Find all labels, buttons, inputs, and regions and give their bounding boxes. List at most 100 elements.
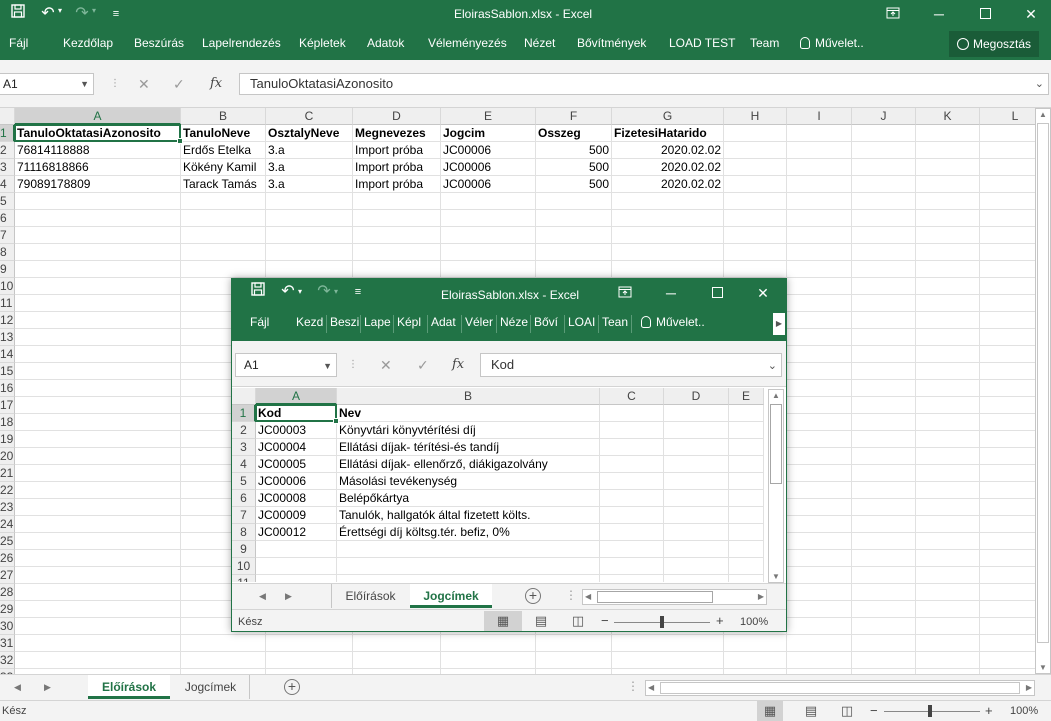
data-cell[interactable]: Import próba [353, 142, 441, 159]
cell[interactable] [664, 575, 729, 582]
sheet-tab-eloirasok[interactable]: Előírások [88, 675, 170, 699]
column-header[interactable]: B [181, 108, 266, 125]
row-header[interactable]: 7 [232, 507, 256, 524]
close-icon[interactable]: ✕ [1008, 0, 1051, 28]
row-header[interactable]: 8 [0, 244, 15, 261]
scroll-down-icon[interactable]: ▼ [1039, 663, 1047, 672]
child-sheet-tab-jogcimek[interactable]: Jogcímek [410, 584, 492, 608]
cell[interactable] [916, 278, 980, 295]
cell[interactable] [916, 567, 980, 584]
cell[interactable] [787, 193, 852, 210]
column-header[interactable]: D [664, 388, 729, 405]
child-tab-split-icon[interactable]: ⋮ [565, 588, 577, 602]
child-tab-page-layout[interactable]: Lape [364, 307, 391, 339]
cell[interactable] [15, 193, 181, 210]
row-header[interactable]: 27 [0, 567, 15, 584]
row-header[interactable]: 1 [232, 405, 256, 422]
cell[interactable] [181, 635, 266, 652]
cell[interactable] [916, 312, 980, 329]
row-header[interactable]: 23 [0, 499, 15, 516]
child-ribbon-display-options-icon[interactable] [602, 279, 648, 307]
data-cell[interactable]: JC00006 [441, 142, 536, 159]
zoom-level[interactable]: 100% [1010, 705, 1038, 717]
cell[interactable] [852, 516, 916, 533]
cell[interactable] [15, 380, 181, 397]
child-page-layout-view-icon[interactable]: ▤ [528, 611, 554, 631]
cell[interactable] [852, 465, 916, 482]
data-cell[interactable]: JC00012 [256, 524, 337, 541]
cell[interactable] [852, 227, 916, 244]
row-header[interactable]: 4 [232, 456, 256, 473]
column-header[interactable]: G [612, 108, 724, 125]
data-cell[interactable]: 2020.02.02 [612, 176, 724, 193]
cell[interactable] [15, 448, 181, 465]
cell[interactable] [852, 550, 916, 567]
child-scroll-right-icon[interactable]: ▶ [758, 592, 764, 601]
cell[interactable] [724, 210, 787, 227]
row-header[interactable]: 5 [232, 473, 256, 490]
child-horizontal-scrollbar[interactable]: ◀ ▶ [582, 589, 767, 605]
cell[interactable] [787, 261, 852, 278]
cell[interactable] [724, 244, 787, 261]
data-cell[interactable]: JC00008 [256, 490, 337, 507]
data-cell[interactable]: Import próba [353, 176, 441, 193]
header-cell[interactable]: Nev [337, 405, 600, 422]
column-header[interactable]: K [916, 108, 980, 125]
cell[interactable] [852, 295, 916, 312]
cell[interactable] [916, 227, 980, 244]
tab-view[interactable]: Nézet [524, 28, 555, 60]
child-undo-icon[interactable]: ↶ [278, 282, 298, 302]
cell[interactable] [916, 584, 980, 601]
cell[interactable] [852, 652, 916, 669]
cell[interactable] [916, 210, 980, 227]
cell[interactable] [441, 635, 536, 652]
cell[interactable] [15, 652, 181, 669]
cell[interactable] [787, 227, 852, 244]
row-header[interactable]: 24 [0, 516, 15, 533]
cell[interactable] [664, 405, 729, 422]
cell[interactable] [266, 635, 353, 652]
vertical-scrollbar[interactable]: ▲ ▼ [1035, 108, 1051, 674]
cell[interactable] [266, 193, 353, 210]
tab-data[interactable]: Adatok [367, 28, 404, 60]
cell[interactable] [916, 465, 980, 482]
cell[interactable] [724, 227, 787, 244]
zoom-out-icon[interactable]: − [870, 703, 878, 718]
scroll-sheets-left-icon[interactable]: ◀ [14, 682, 21, 693]
vertical-scroll-thumb[interactable] [1037, 123, 1049, 643]
cell[interactable] [852, 431, 916, 448]
cell[interactable] [916, 550, 980, 567]
child-zoom-level[interactable]: 100% [740, 616, 768, 628]
tab-addins[interactable]: Bővítmények [577, 28, 646, 60]
data-cell[interactable]: 500 [536, 176, 612, 193]
cell[interactable] [852, 635, 916, 652]
data-cell[interactable]: Kökény Kamil [181, 159, 266, 176]
tell-me-box[interactable]: Művelet.. [800, 28, 864, 60]
cell[interactable] [729, 524, 764, 541]
child-zoom-in-icon[interactable]: + [716, 613, 724, 628]
cell[interactable] [916, 261, 980, 278]
child-zoom-slider-thumb[interactable] [660, 616, 664, 628]
cell[interactable] [266, 244, 353, 261]
cell[interactable] [852, 125, 916, 142]
cell[interactable] [729, 490, 764, 507]
share-button[interactable]: Megosztás [949, 31, 1040, 57]
row-header[interactable]: 3 [232, 439, 256, 456]
child-tab-insert[interactable]: Beszi [330, 307, 359, 339]
child-scroll-left-icon[interactable]: ◀ [585, 592, 591, 601]
cell[interactable] [600, 558, 664, 575]
row-header[interactable]: 31 [0, 635, 15, 652]
cell[interactable] [787, 499, 852, 516]
row-header[interactable]: 10 [0, 278, 15, 295]
page-layout-view-icon[interactable]: ▤ [798, 701, 824, 721]
cell[interactable] [664, 490, 729, 507]
cell[interactable] [353, 261, 441, 278]
column-header[interactable]: A [15, 108, 181, 125]
customize-toolbar-icon[interactable]: ≡ [106, 4, 126, 24]
cell[interactable] [15, 329, 181, 346]
cell[interactable] [916, 193, 980, 210]
row-header[interactable]: 13 [0, 329, 15, 346]
data-cell[interactable]: Ellátási díjak- ellenőrző, diákigazolván… [337, 456, 600, 473]
column-header[interactable]: H [724, 108, 787, 125]
data-cell[interactable]: 3.a [266, 159, 353, 176]
